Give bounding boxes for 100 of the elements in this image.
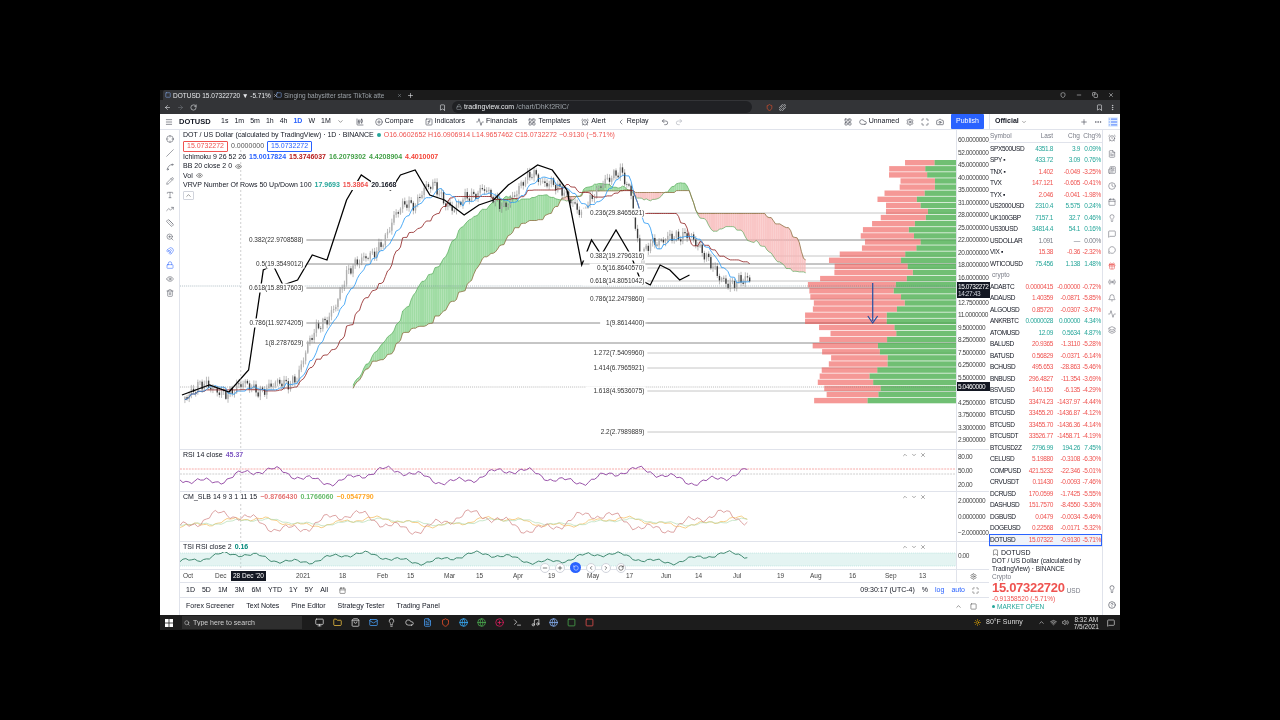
layers-icon[interactable] (1107, 326, 1116, 334)
last-price-value: 15.07322720 (992, 580, 1065, 595)
chevron-right-icon (603, 564, 609, 571)
clock-icon[interactable] (1107, 182, 1116, 190)
pulse-line-icon (475, 117, 484, 126)
bookmark-icon[interactable] (439, 103, 446, 111)
close-tab-icon[interactable] (397, 92, 402, 98)
lightbulb-icon[interactable] (387, 618, 396, 627)
chevron-up-icon[interactable] (902, 494, 908, 500)
curve-icon[interactable] (165, 163, 174, 171)
calendar-icon[interactable] (1107, 198, 1116, 206)
sun-icon[interactable] (974, 619, 982, 626)
folder-icon[interactable] (333, 618, 342, 627)
volume-icon[interactable] (1061, 619, 1069, 626)
trash-icon[interactable] (165, 289, 174, 297)
alarm-clock-icon (581, 117, 590, 126)
lightbulb-icon[interactable] (1107, 585, 1116, 593)
windows-logo-icon[interactable] (165, 618, 173, 627)
bookmark-icon (992, 549, 999, 556)
speech-bubble-icon[interactable] (1107, 618, 1115, 627)
magnet-icon[interactable] (165, 247, 174, 255)
puzzle-icon[interactable] (779, 103, 786, 111)
new-tab-icon[interactable] (407, 92, 414, 99)
alarm-clock-icon[interactable] (1107, 134, 1116, 142)
chat-bubble-icon[interactable] (1107, 246, 1116, 254)
pencil-icon[interactable] (165, 177, 174, 185)
chevron-up-icon[interactable] (955, 603, 962, 610)
restore-icon[interactable] (1092, 92, 1098, 98)
chevron-up-icon[interactable] (902, 452, 908, 458)
text-icon[interactable] (165, 191, 174, 199)
chevron-down-icon[interactable] (336, 118, 344, 125)
crosshair-icon[interactable] (165, 135, 174, 143)
eye-icon[interactable] (165, 275, 174, 283)
zoom-in-icon[interactable] (165, 233, 174, 241)
camera-icon[interactable] (936, 117, 945, 126)
scroll-right-button[interactable] (601, 562, 611, 573)
wifi-icon[interactable] (1049, 619, 1057, 626)
scroll-left-button[interactable] (586, 562, 596, 573)
shopping-bag-icon[interactable] (351, 618, 360, 627)
fullscreen-icon[interactable] (921, 117, 930, 126)
plus-icon (557, 564, 563, 571)
settings-icon[interactable] (969, 572, 977, 580)
settings-icon[interactable] (906, 117, 915, 126)
ruler-icon[interactable] (165, 219, 174, 227)
reset-chart-button[interactable] (570, 562, 581, 573)
refresh-button[interactable] (616, 562, 626, 573)
minimize-icon[interactable] (1076, 92, 1082, 98)
globe-icon[interactable] (549, 618, 558, 627)
list-icon[interactable] (1108, 116, 1118, 127)
help-icon[interactable] (1107, 601, 1116, 609)
mail-icon[interactable] (369, 618, 378, 627)
zoom-out-button[interactable] (540, 562, 550, 573)
chevron-down-icon[interactable] (911, 494, 917, 500)
square-icon[interactable] (567, 618, 576, 627)
terminal-icon[interactable] (513, 618, 522, 627)
trend-line-icon[interactable] (165, 149, 174, 157)
chevron-up-icon[interactable] (902, 544, 908, 550)
forward-icon[interactable] (177, 103, 184, 111)
globe-icon[interactable] (477, 618, 486, 627)
candlestick-icon[interactable] (355, 117, 364, 126)
reload-icon[interactable] (190, 103, 197, 111)
pulse-line-icon[interactable] (1107, 310, 1116, 318)
broadcast-icon[interactable] (1107, 278, 1116, 286)
calendar-icon[interactable] (339, 586, 346, 594)
music-icon[interactable] (531, 618, 540, 627)
monitor-icon[interactable] (315, 618, 324, 627)
trending-up-icon[interactable] (165, 205, 174, 213)
news-icon[interactable] (1107, 166, 1116, 174)
square-icon[interactable] (585, 618, 594, 627)
chevron-down-icon[interactable] (1020, 118, 1027, 125)
close-icon[interactable] (920, 452, 926, 458)
close-icon[interactable] (920, 544, 926, 550)
shield-icon[interactable] (441, 618, 450, 627)
bookmark-icon[interactable] (1096, 103, 1103, 111)
lock-icon[interactable] (165, 261, 174, 269)
chevron-down-icon[interactable] (911, 544, 917, 550)
close-window-icon[interactable] (1108, 92, 1114, 98)
chevron-up-icon[interactable] (1037, 619, 1045, 626)
undo-icon[interactable] (660, 117, 669, 126)
minus-icon (542, 564, 548, 571)
back-icon[interactable] (164, 103, 171, 111)
gift-icon[interactable] (1107, 262, 1116, 270)
plus-icon[interactable] (1080, 117, 1088, 126)
refresh-icon (618, 564, 624, 571)
zoom-in-button[interactable] (555, 562, 565, 573)
fullscreen-icon[interactable] (972, 586, 979, 594)
chat-icon[interactable] (1107, 230, 1116, 238)
chevron-down-icon[interactable] (911, 452, 917, 458)
redo-icon[interactable] (674, 117, 683, 126)
plus-circle-icon[interactable] (495, 618, 504, 627)
lock-icon (456, 104, 462, 110)
document-icon[interactable] (1107, 150, 1116, 158)
bell-icon[interactable] (1107, 294, 1116, 302)
menu-icon[interactable] (165, 117, 173, 126)
close-icon[interactable] (920, 494, 926, 500)
document-icon[interactable] (423, 618, 432, 627)
cloud-icon[interactable] (405, 618, 414, 627)
globe-icon[interactable] (459, 618, 468, 627)
grid-icon[interactable] (843, 117, 852, 126)
shield-icon[interactable] (766, 103, 773, 111)
